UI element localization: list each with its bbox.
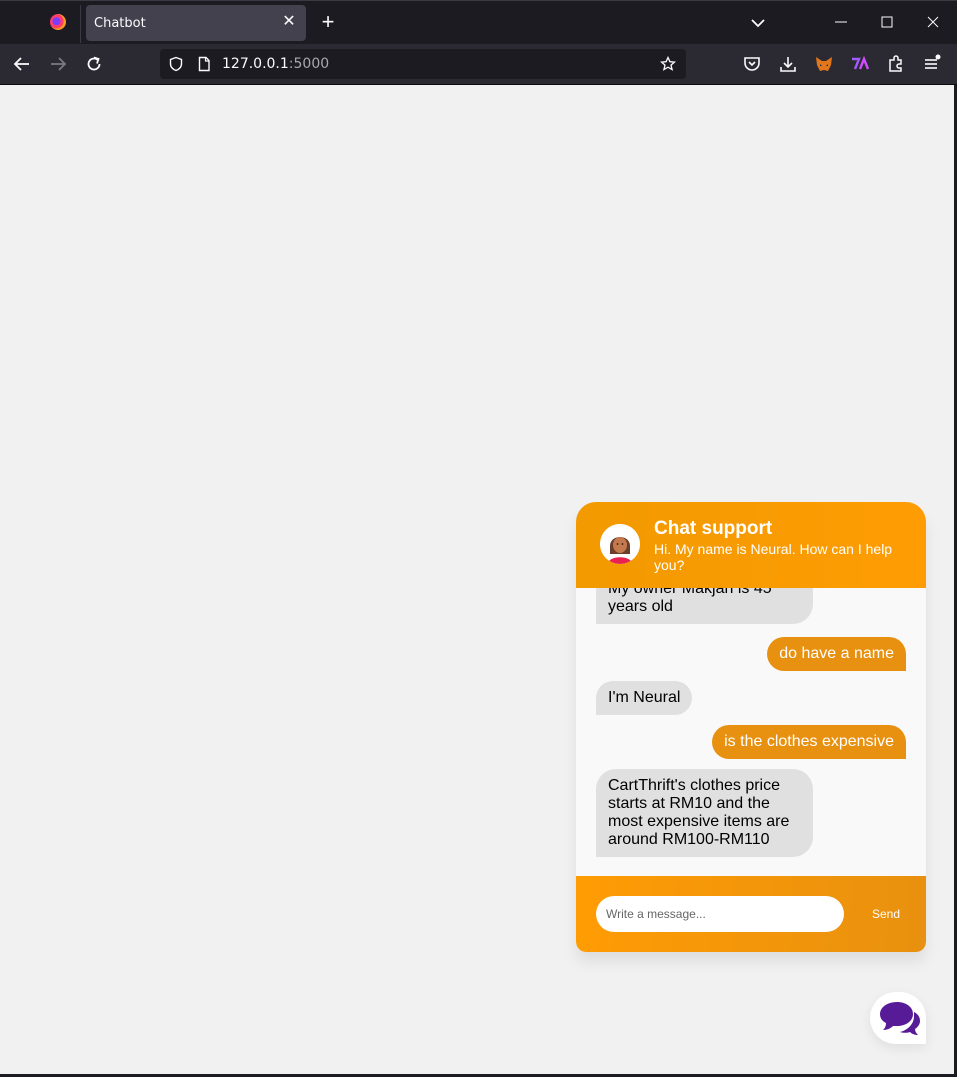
messages-list[interactable]: My owner Makjan is 45 years old do have …	[576, 588, 926, 876]
page-content: Chat support Hi. My name is Neural. How …	[0, 85, 954, 1074]
address-bar[interactable]: 127.0.0.1:5000	[160, 49, 686, 79]
send-button[interactable]: Send	[858, 904, 914, 924]
extension-tabnine-icon[interactable]	[850, 54, 870, 74]
downloads-icon[interactable]	[778, 54, 798, 74]
message-bot: My owner Makjan is 45 years old	[596, 588, 813, 624]
message-user: do have a name	[767, 637, 906, 671]
metamask-fox-icon[interactable]	[814, 54, 834, 74]
minimize-icon[interactable]	[832, 13, 850, 31]
firefox-logo-icon	[50, 14, 66, 30]
maximize-icon[interactable]	[878, 13, 896, 31]
message-bot: I'm Neural	[596, 681, 693, 715]
chat-toggle-button[interactable]	[870, 992, 926, 1044]
message-user: is the clothes expensive	[712, 725, 906, 759]
chatbox: Chat support Hi. My name is Neural. How …	[576, 502, 926, 952]
support-avatar-icon	[600, 524, 640, 564]
new-tab-icon[interactable]: +	[316, 11, 340, 35]
bookmark-star-icon[interactable]	[660, 56, 676, 72]
shield-icon[interactable]	[168, 56, 184, 72]
tab-separator	[80, 5, 81, 43]
tab-chatbot[interactable]: Chatbot ✕	[86, 5, 306, 41]
reload-icon[interactable]	[84, 54, 104, 74]
message-input[interactable]	[596, 896, 844, 932]
url-host: 127.0.0.1	[222, 56, 289, 72]
chat-footer: Send	[576, 876, 926, 952]
pocket-icon[interactable]	[742, 54, 762, 74]
url-text[interactable]: 127.0.0.1:5000	[222, 56, 329, 72]
menu-hamburger-icon[interactable]	[922, 54, 942, 74]
chat-header: Chat support Hi. My name is Neural. How …	[576, 502, 926, 588]
extensions-puzzle-icon[interactable]	[886, 54, 906, 74]
tab-bar: Chatbot ✕ +	[0, 0, 957, 44]
close-window-icon[interactable]	[924, 13, 942, 31]
tab-close-icon[interactable]: ✕	[280, 13, 298, 31]
chat-bubbles-icon	[880, 1002, 920, 1035]
list-all-tabs-icon[interactable]	[748, 13, 768, 33]
tab-title: Chatbot	[94, 16, 146, 31]
url-port: :5000	[288, 56, 330, 72]
forward-arrow-icon[interactable]	[48, 54, 68, 74]
page-icon[interactable]	[196, 56, 212, 72]
navigation-toolbar: 127.0.0.1:5000	[0, 44, 957, 85]
chat-subtitle: Hi. My name is Neural. How can I help yo…	[654, 541, 893, 573]
back-arrow-icon[interactable]	[12, 54, 32, 74]
chat-title: Chat support	[654, 518, 773, 539]
message-bot: CartThrift's clothes price starts at RM1…	[596, 769, 813, 857]
